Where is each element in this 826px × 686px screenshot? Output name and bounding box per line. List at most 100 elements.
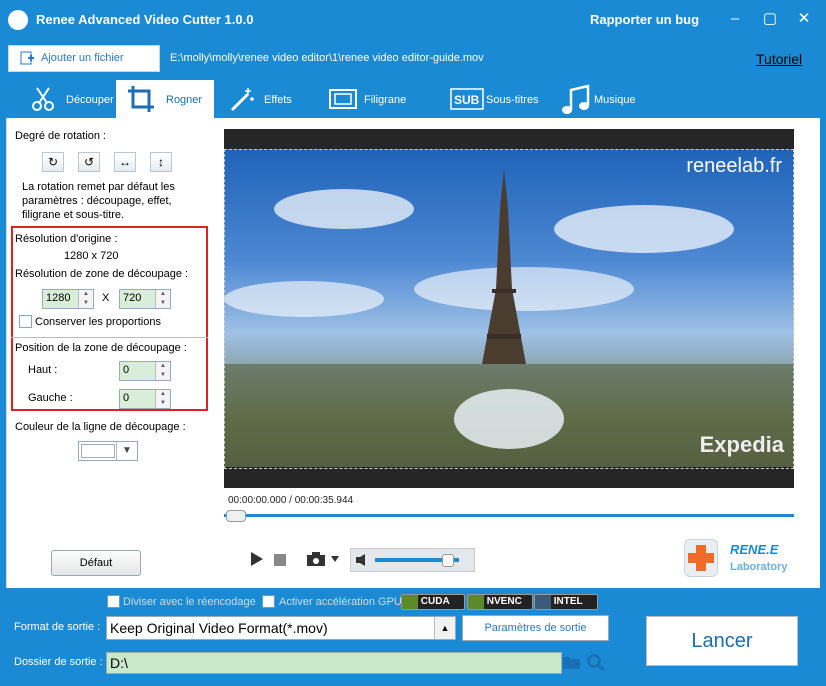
cuda-badge: CUDA [401,594,465,610]
output-format-value: Keep Original Video Format(*.mov) [110,620,328,636]
flip-vertical-icon: ↕ [158,155,164,169]
split-reencode-label: Diviser avec le réencodage [123,596,256,608]
output-format-select[interactable]: Keep Original Video Format(*.mov) ▲ [106,616,456,640]
intel-icon [535,595,551,609]
add-file-label: Ajouter un fichier [41,52,124,64]
seek-bar[interactable] [224,514,794,517]
divider [11,337,208,338]
file-path: E:\molly\molly\renee video editor\1\rene… [170,52,484,64]
launch-button[interactable]: Lancer [646,616,798,666]
open-folder-button[interactable] [586,653,606,672]
time-display: 00:00:00.000 / 00:00:35.944 [228,495,354,506]
folder-browse-button[interactable] [562,653,582,671]
color-swatch [81,444,115,458]
play-icon [251,552,263,566]
seek-handle[interactable] [226,510,246,522]
nvidia-icon [468,595,484,609]
crop-x-separator: X [102,292,110,304]
subtitle-icon: SUB [450,88,484,110]
rotation-note-line2: paramètres : découpage, effet, [22,195,172,207]
rotate-left-icon: ↺ [83,155,95,169]
keep-proportions-label: Conserver les proportions [35,316,161,328]
nvenc-badge: NVENC [467,594,533,610]
minimize-button[interactable]: – [723,8,747,30]
brand-name: RENE.E [730,542,779,557]
volume-control[interactable] [350,548,475,572]
top-label: Haut : [28,364,58,376]
stepper-arrows-icon[interactable]: ▲ ▼ [78,290,93,308]
crop-height-stepper[interactable]: 720 ▲ ▼ [119,289,171,309]
original-resolution-value: 1280 x 720 [64,250,119,262]
crop-position-label: Position de la zone de découpage : [15,342,187,354]
tab-label: Sous-titres [486,94,539,106]
tab-effets[interactable]: Effets [224,80,316,118]
maximize-button[interactable]: ▢ [758,8,782,30]
add-file-button[interactable]: Ajouter un fichier [8,45,160,72]
tab-rogner[interactable]: Rogner [116,80,214,118]
intel-label: INTEL [553,596,583,607]
music-note-icon [562,84,590,114]
tab-label: Filigrane [364,94,407,106]
brand-sub: Laboratory [730,561,788,573]
output-folder-value: D:\ [110,655,128,671]
search-icon [587,654,605,672]
gpu-accel-label: Activer accélération GPU [279,596,402,608]
keep-proportions-checkbox[interactable] [19,315,32,328]
tab-label: Rogner [166,94,203,106]
rotate-left-button[interactable]: ↺ [78,152,100,172]
flip-vertical-button[interactable]: ↕ [150,152,172,172]
watermark-expedia: Expedia [699,432,784,457]
medical-cross-icon [688,545,714,571]
split-reencode-checkbox[interactable] [107,595,120,608]
stepper-arrows-icon[interactable]: ▲ ▼ [155,362,170,380]
tab-label: Effets [264,94,292,106]
crop-width-value: 1280 [46,292,71,304]
stepper-arrows-icon[interactable]: ▲ ▼ [155,390,170,408]
folder-icon [563,657,580,669]
tab-filigrane[interactable]: Filigrane [326,80,426,118]
watermark-reneelab: reneelab.fr [686,155,782,177]
rotation-label: Degré de rotation : [15,130,107,142]
title-bar: Renee Advanced Video Cutter 1.0.0 Rappor… [0,0,826,40]
snapshot-button[interactable] [306,551,342,567]
top-value: 0 [123,364,130,376]
rotation-note-line1: La rotation remet par défaut les [22,181,175,193]
app-logo-icon [8,10,28,30]
crop-frame[interactable] [224,149,794,469]
play-button[interactable] [250,551,264,567]
rotate-right-button[interactable]: ↻ [42,152,64,172]
video-preview[interactable]: reneelab.fr Expedia [224,129,794,488]
tab-label: Musique [594,94,636,106]
tab-musique[interactable]: Musique [558,80,654,118]
flip-horizontal-icon: ↔ [119,155,131,169]
output-settings-button[interactable]: Paramètres de sortie [462,615,609,641]
chevron-down-icon: ▼ [116,442,137,460]
camera-icon [307,552,339,566]
magic-wand-icon [230,88,254,112]
output-folder-input[interactable]: D:\ [106,652,562,674]
report-bug-link[interactable]: Rapporter un bug [590,12,699,27]
crop-width-stepper[interactable]: 1280 ▲ ▼ [42,289,94,309]
chevron-up-icon[interactable]: ▲ [434,617,455,639]
folder-label: Dossier de sortie : [14,656,103,668]
crop-height-value: 720 [123,292,142,304]
left-label: Gauche : [28,392,73,404]
volume-handle[interactable] [442,554,455,567]
tab-decouper[interactable]: Découper [22,80,114,118]
line-color-picker[interactable]: ▼ [78,441,138,461]
watermark-icon [329,89,357,109]
rotate-right-icon: ↻ [47,155,59,169]
speaker-icon [356,554,365,566]
tutorial-link[interactable]: Tutoriel [756,51,802,67]
left-stepper[interactable]: 0 ▲ ▼ [119,389,171,409]
top-stepper[interactable]: 0 ▲ ▼ [119,361,171,381]
default-button[interactable]: Défaut [51,550,141,576]
stepper-arrows-icon[interactable]: ▲ ▼ [155,290,170,308]
close-button[interactable]: ✕ [792,8,816,30]
scissors-icon [32,87,54,111]
left-value: 0 [123,392,130,404]
flip-horizontal-button[interactable]: ↔ [114,152,136,172]
tab-sous-titres[interactable]: SUB Sous-titres [448,80,552,118]
stop-button[interactable] [274,554,286,566]
gpu-accel-checkbox[interactable] [262,595,275,608]
